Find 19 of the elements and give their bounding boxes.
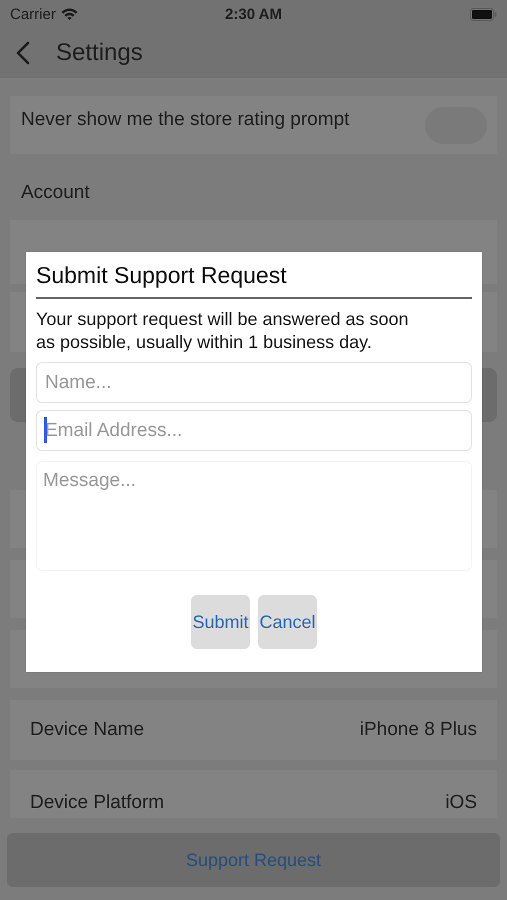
- message-field[interactable]: Message...: [36, 461, 472, 571]
- submit-button[interactable]: Submit: [191, 595, 250, 649]
- back-icon[interactable]: [16, 41, 30, 65]
- dialog-message: Your support request will be answered as soon as possible, usually within 1 business day.: [36, 308, 410, 354]
- row-value: iOS: [445, 792, 477, 814]
- carrier-label: Carrier: [10, 6, 56, 22]
- input-field[interactable]: Name...: [36, 362, 472, 403]
- setting-label: Never show me the store rating prompt: [21, 109, 350, 131]
- wifi-icon: [60, 8, 78, 20]
- cancel-button[interactable]: Cancel: [258, 595, 317, 649]
- row-value: iPhone 8 Plus: [360, 719, 477, 741]
- screen-title: Settings: [56, 39, 143, 67]
- input-field[interactable]: Email Address...: [36, 410, 472, 451]
- status-time: 2:30 AM: [225, 6, 282, 22]
- battery-icon: [470, 8, 497, 20]
- row-label: Device Name: [30, 719, 144, 741]
- section-header: Account: [20, 181, 91, 205]
- row-label: Device Platform: [30, 792, 164, 814]
- dialog-title: Submit Support Request: [36, 262, 472, 299]
